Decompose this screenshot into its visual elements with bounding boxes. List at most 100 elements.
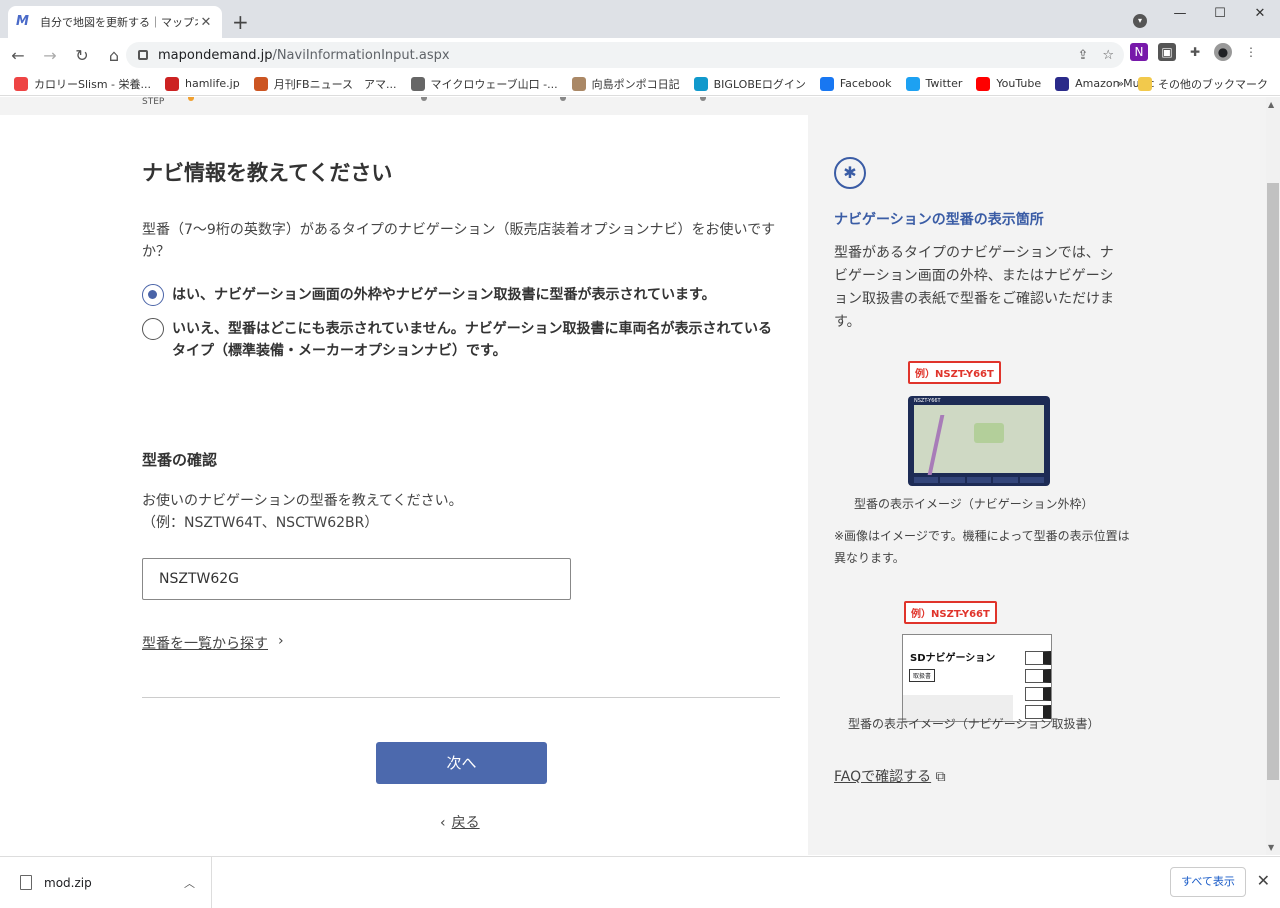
model-description-line1: お使いのナビゲーションの型番を教えてください。 (142, 493, 463, 509)
bookmark-item[interactable]: Twitter (905, 76, 963, 91)
extension-icon[interactable]: ▣ (1158, 43, 1176, 61)
example-model-tag: 例）NSZT-Y66T (904, 601, 997, 624)
reload-icon[interactable]: ↻ (68, 46, 96, 65)
browser-tab[interactable]: M 自分で地図を更新する｜マップオンデ ✕ (8, 6, 222, 38)
step-marker-current (188, 97, 194, 101)
tab-search-icon[interactable]: ▾ (1133, 14, 1147, 28)
navi-type-question: 型番（7〜9桁の英数字）があるタイプのナビゲーション（販売店装着オプションナビ）… (142, 222, 776, 260)
share-icon[interactable]: ⇪ (1077, 48, 1088, 63)
lightbulb-icon: ✱ (834, 157, 866, 189)
bookmark-favicon-icon (165, 76, 179, 91)
close-window-icon[interactable]: ✕ (1240, 0, 1280, 30)
radio-option-no-label: いいえ、型番はどこにも表示されていません。ナビゲーション取扱書に車両名が表示され… (172, 321, 773, 359)
frame-example-caption: 型番の表示イメージ（ナビゲーション外枠） (854, 497, 1094, 511)
radio-button-selected[interactable] (142, 284, 164, 306)
image-note: ※画像はイメージです。機種によって型番の表示位置は異なります。 (834, 529, 1130, 565)
example-model-tag: 例）NSZT-Y66T (908, 361, 1001, 384)
file-icon (20, 875, 32, 890)
faq-link-label: FAQで確認する (834, 769, 932, 785)
map-park (974, 423, 1004, 443)
next-button[interactable]: 次へ (376, 742, 547, 784)
extensions-area: N ▣ ✚ ● ⋮ (1130, 43, 1260, 61)
minimize-icon[interactable]: — (1160, 0, 1200, 30)
menu-kebab-icon[interactable]: ⋮ (1242, 43, 1260, 61)
back-arrow-icon[interactable]: ← (4, 46, 32, 65)
url-path: /NaviInformationInput.aspx (272, 47, 450, 63)
radio-button[interactable] (142, 318, 164, 340)
bookmark-item[interactable]: 月刊FBニュース アマ... (253, 76, 397, 92)
bookmark-favicon-icon (410, 76, 425, 91)
window-controls: — ☐ ✕ (1160, 0, 1280, 30)
bookmark-label: 月刊FBニュース アマ... (273, 77, 397, 91)
chevron-left-icon: ‹ (440, 815, 446, 831)
bookmark-favicon-icon (905, 76, 920, 91)
radio-option-yes[interactable]: はい、ナビゲーション画面の外枠やナビゲーション取扱書に型番が表示されています。 (142, 284, 782, 306)
download-item[interactable]: mod.zip ︿ (0, 857, 212, 908)
close-download-shelf-icon[interactable]: ✕ (1257, 871, 1270, 890)
download-shelf: mod.zip ︿ すべて表示 ✕ (0, 856, 1280, 908)
bookmark-favicon-icon (14, 76, 28, 91)
bookmark-favicon-icon (819, 76, 834, 91)
navi-hardware-buttons (914, 477, 1045, 483)
other-bookmarks-folder[interactable]: その他のブックマーク (1138, 76, 1268, 92)
url-host: mapondemand.jp (158, 47, 273, 63)
bookmark-favicon-icon (976, 76, 991, 91)
faq-link[interactable]: FAQで確認する ⧉ (834, 766, 946, 786)
bookmark-item[interactable]: hamlife.jp (165, 76, 240, 91)
bookmark-label: BIGLOBEログイン (713, 77, 806, 91)
bookmark-label: hamlife.jp (185, 77, 240, 90)
bookmark-item[interactable]: YouTube (976, 76, 1042, 91)
external-window-icon: ⧉ (935, 769, 946, 785)
help-sidebar: ✱ ナビゲーションの型番の表示箇所 型番があるタイプのナビゲーションでは、ナビゲ… (808, 97, 1266, 855)
bookmark-favicon-icon (1055, 76, 1070, 91)
chevron-right-icon: › (278, 633, 284, 649)
bookmark-item[interactable]: 向島ポンポコ日記 (571, 76, 680, 92)
step-marker (700, 97, 706, 101)
bookmarks-overflow-icon[interactable]: » (1117, 77, 1124, 90)
step-marker (421, 97, 427, 101)
browser-tab-strip: M 自分で地図を更新する｜マップオンデ ✕ + ▾ — ☐ ✕ (0, 0, 1280, 38)
bookmark-label: Twitter (925, 77, 963, 90)
page-title: ナビ情報を教えてください (142, 161, 393, 185)
bookmark-label: YouTube (996, 77, 1042, 90)
back-link[interactable]: ‹ 戻る (440, 812, 480, 832)
bookmark-star-icon[interactable]: ☆ (1102, 48, 1114, 63)
map-route (927, 415, 957, 475)
download-filename: mod.zip (44, 875, 92, 890)
radio-option-no[interactable]: いいえ、型番はどこにも表示されていません。ナビゲーション取扱書に車両名が表示され… (142, 318, 782, 362)
navi-model-label: NSZT-Y66T (914, 398, 941, 404)
profile-avatar-icon[interactable]: ● (1214, 43, 1232, 61)
address-bar[interactable]: mapondemand.jp/NaviInformationInput.aspx… (126, 42, 1124, 68)
manual-badge: 取扱書 (909, 669, 936, 682)
chevron-up-icon[interactable]: ︿ (184, 875, 195, 891)
manual-title: SDナビゲーション (910, 653, 996, 664)
onenote-extension-icon[interactable]: N (1130, 43, 1148, 61)
close-tab-icon[interactable]: ✕ (198, 15, 214, 30)
page-viewport: STEP ナビ情報を教えてください 型番（7〜9桁の英数字）があるタイプのナビゲ… (0, 97, 1266, 855)
home-icon[interactable]: ⌂ (100, 46, 128, 65)
other-bookmarks-label: その他のブックマーク (1158, 77, 1268, 91)
bookmark-label: マイクロウェーブ山口 -... (430, 77, 558, 91)
step-marker (560, 97, 566, 101)
forward-arrow-icon[interactable]: → (36, 46, 64, 65)
navi-map-screen (914, 405, 1044, 475)
manual-example-caption: 型番の表示イメージ（ナビゲーション取扱書） (848, 717, 1100, 731)
model-list-link[interactable]: 型番を一覧から探す (142, 633, 268, 653)
new-tab-button[interactable]: + (232, 10, 249, 34)
bookmark-label: Facebook (839, 77, 892, 90)
model-number-input[interactable]: NSZTW62G (142, 558, 571, 600)
site-favicon-icon: M (16, 14, 29, 29)
bookmark-item[interactable]: カロリーSlism - 栄養... (14, 76, 151, 92)
bookmark-item[interactable]: マイクロウェーブ山口 -... (410, 76, 558, 92)
bookmark-label: カロリーSlism - 栄養... (34, 77, 151, 91)
main-form: ナビ情報を教えてください 型番（7〜9桁の英数字）があるタイプのナビゲーション（… (0, 115, 808, 855)
maximize-icon[interactable]: ☐ (1200, 0, 1240, 30)
show-all-downloads-button[interactable]: すべて表示 (1170, 867, 1246, 897)
scroll-down-arrow-icon[interactable]: ▼ (1268, 843, 1274, 852)
navi-device-illustration: NSZT-Y66T (908, 396, 1050, 486)
bookmark-item[interactable]: Facebook (819, 76, 892, 91)
puzzle-extensions-icon[interactable]: ✚ (1186, 43, 1204, 61)
bookmark-item[interactable]: BIGLOBEログイン (693, 76, 806, 92)
scrollbar-thumb[interactable] (1267, 183, 1279, 780)
scroll-up-arrow-icon[interactable]: ▲ (1268, 100, 1274, 109)
